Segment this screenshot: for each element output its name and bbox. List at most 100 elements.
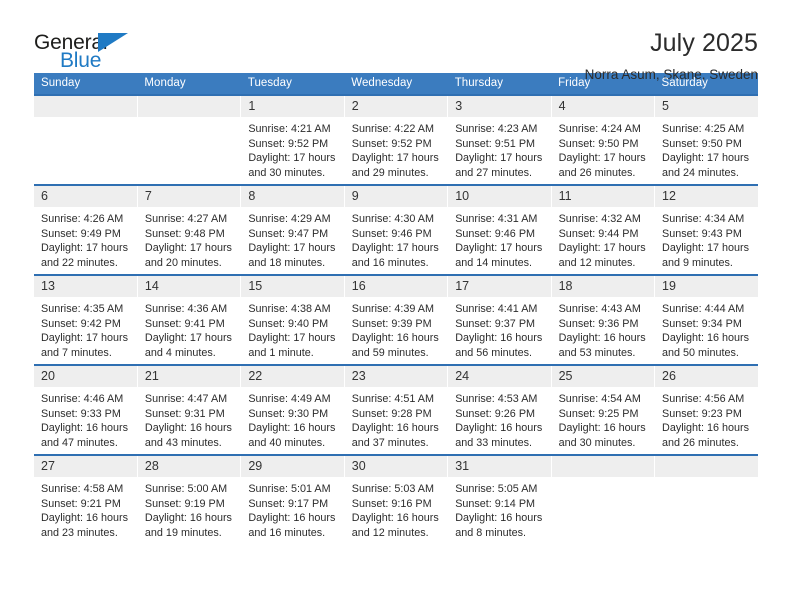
weekday-header-thursday: Thursday — [447, 73, 552, 95]
calendar-day-cell[interactable]: 3 Sunrise: 4:23 AM Sunset: 9:51 PM Daylight… — [447, 94, 552, 185]
daylight-text: Daylight: 17 hours and 26 minutes. — [558, 152, 646, 179]
sunset-text: Sunset: 9:47 PM — [248, 227, 329, 240]
sunset-text: Sunset: 9:46 PM — [351, 227, 432, 240]
day-number: 18 — [551, 276, 655, 297]
calendar-day-cell[interactable]: 22 Sunrise: 4:49 AM Sunset: 9:30 PM Dayligh… — [240, 364, 345, 455]
calendar-day-cell[interactable]: 6 Sunrise: 4:26 AM Sunset: 9:49 PM Daylight… — [34, 184, 138, 275]
title-block: July 2025 Norra Asum, Skane, Sweden — [585, 30, 758, 83]
calendar-day-cell[interactable]: 21 Sunrise: 4:47 AM Sunset: 9:31 PM Dayligh… — [137, 364, 242, 455]
daylight-text: Daylight: 16 hours and 26 minutes. — [662, 422, 750, 449]
day-number: 4 — [551, 96, 655, 117]
calendar-day-cell[interactable]: 20 Sunrise: 4:46 AM Sunset: 9:33 PM Dayligh… — [34, 364, 138, 455]
day-details: Sunrise: 4:39 AM Sunset: 9:39 PM Daylight:… — [345, 297, 447, 360]
sunrise-text: Sunrise: 4:53 AM — [455, 393, 538, 405]
sunrise-text: Sunrise: 4:30 AM — [351, 213, 434, 225]
daylight-text: Daylight: 17 hours and 12 minutes. — [558, 242, 646, 269]
day-details: Sunrise: 5:05 AM Sunset: 9:14 PM Daylight:… — [448, 477, 550, 540]
daylight-text: Daylight: 17 hours and 16 minutes. — [351, 242, 439, 269]
day-details: Sunrise: 4:27 AM Sunset: 9:48 PM Daylight:… — [138, 207, 240, 270]
calendar-day-cell[interactable]: 1 Sunrise: 4:21 AM Sunset: 9:52 PM Daylight… — [240, 94, 345, 185]
calendar-day-cell[interactable]: 30 Sunrise: 5:03 AM Sunset: 9:16 PM Dayligh… — [344, 454, 449, 544]
sunset-text: Sunset: 9:25 PM — [558, 407, 639, 420]
day-details: Sunrise: 4:38 AM Sunset: 9:40 PM Daylight:… — [241, 297, 343, 360]
day-details: Sunrise: 4:41 AM Sunset: 9:37 PM Daylight:… — [448, 297, 550, 360]
daylight-text: Daylight: 16 hours and 16 minutes. — [248, 512, 336, 539]
calendar-day-cell[interactable]: 13 Sunrise: 4:35 AM Sunset: 9:42 PM Dayligh… — [34, 274, 138, 365]
day-number: 19 — [655, 276, 758, 297]
day-number: 26 — [655, 366, 758, 387]
day-details: Sunrise: 4:43 AM Sunset: 9:36 PM Daylight:… — [552, 297, 654, 360]
calendar-day-cell[interactable]: 16 Sunrise: 4:39 AM Sunset: 9:39 PM Dayligh… — [344, 274, 449, 365]
sunrise-text: Sunrise: 4:41 AM — [455, 303, 538, 315]
calendar-day-cell[interactable]: 26 Sunrise: 4:56 AM Sunset: 9:23 PM Dayligh… — [654, 364, 758, 455]
sunset-text: Sunset: 9:28 PM — [351, 407, 432, 420]
calendar-day-cell[interactable]: 4 Sunrise: 4:24 AM Sunset: 9:50 PM Daylight… — [551, 94, 656, 185]
daylight-text: Daylight: 17 hours and 9 minutes. — [662, 242, 750, 269]
daylight-text: Daylight: 17 hours and 18 minutes. — [248, 242, 336, 269]
calendar-day-cell[interactable]: 7 Sunrise: 4:27 AM Sunset: 9:48 PM Daylight… — [137, 184, 242, 275]
day-details: Sunrise: 4:25 AM Sunset: 9:50 PM Daylight:… — [655, 117, 758, 180]
calendar-day-cell[interactable]: 15 Sunrise: 4:38 AM Sunset: 9:40 PM Dayligh… — [240, 274, 345, 365]
sunrise-text: Sunrise: 4:25 AM — [662, 123, 745, 135]
calendar-day-cell[interactable]: 28 Sunrise: 5:00 AM Sunset: 9:19 PM Dayligh… — [137, 454, 242, 544]
day-details: Sunrise: 4:47 AM Sunset: 9:31 PM Daylight:… — [138, 387, 240, 450]
calendar-day-cell[interactable]: 25 Sunrise: 4:54 AM Sunset: 9:25 PM Dayligh… — [551, 364, 656, 455]
sunrise-text: Sunrise: 4:32 AM — [558, 213, 641, 225]
weekday-header-tuesday: Tuesday — [240, 73, 345, 95]
calendar-day-cell[interactable]: 10 Sunrise: 4:31 AM Sunset: 9:46 PM Dayligh… — [447, 184, 552, 275]
calendar-day-cell[interactable]: 19 Sunrise: 4:44 AM Sunset: 9:34 PM Dayligh… — [654, 274, 758, 365]
calendar-week-row: 6 Sunrise: 4:26 AM Sunset: 9:49 PM Daylight… — [34, 184, 758, 275]
calendar-day-cell[interactable]: 24 Sunrise: 4:53 AM Sunset: 9:26 PM Dayligh… — [447, 364, 552, 455]
day-number: 22 — [241, 366, 344, 387]
weekday-header-wednesday: Wednesday — [344, 73, 448, 95]
calendar-day-cell[interactable]: 14 Sunrise: 4:36 AM Sunset: 9:41 PM Dayligh… — [137, 274, 242, 365]
day-number: 23 — [344, 366, 448, 387]
day-number: 14 — [137, 276, 241, 297]
daylight-text: Daylight: 17 hours and 20 minutes. — [144, 242, 232, 269]
day-number: 1 — [241, 96, 344, 117]
day-number — [551, 456, 655, 477]
day-number — [34, 96, 137, 117]
sunrise-text: Sunrise: 4:44 AM — [662, 303, 745, 315]
calendar-day-cell[interactable]: 18 Sunrise: 4:43 AM Sunset: 9:36 PM Dayligh… — [551, 274, 656, 365]
day-details: Sunrise: 5:00 AM Sunset: 9:19 PM Daylight:… — [138, 477, 240, 540]
day-number: 11 — [551, 186, 655, 207]
daylight-text: Daylight: 16 hours and 53 minutes. — [558, 332, 646, 359]
triangle-logo-icon — [98, 33, 128, 52]
calendar-day-cell[interactable]: 29 Sunrise: 5:01 AM Sunset: 9:17 PM Dayligh… — [240, 454, 345, 544]
day-details: Sunrise: 4:53 AM Sunset: 9:26 PM Daylight:… — [448, 387, 550, 450]
sunrise-text: Sunrise: 4:29 AM — [248, 213, 331, 225]
day-details: Sunrise: 5:03 AM Sunset: 9:16 PM Daylight:… — [345, 477, 447, 540]
brand-logo[interactable]: General Blue — [34, 30, 146, 76]
calendar-day-cell[interactable]: 5 Sunrise: 4:25 AM Sunset: 9:50 PM Daylight… — [654, 94, 758, 185]
daylight-text: Daylight: 16 hours and 19 minutes. — [144, 512, 232, 539]
daylight-text: Daylight: 16 hours and 37 minutes. — [351, 422, 439, 449]
calendar-day-cell[interactable]: 12 Sunrise: 4:34 AM Sunset: 9:43 PM Dayligh… — [654, 184, 758, 275]
calendar-table: Sunday Monday Tuesday Wednesday Thursday Frid… — [34, 73, 758, 544]
day-details: Sunrise: 4:26 AM Sunset: 9:49 PM Daylight:… — [34, 207, 137, 270]
day-number: 16 — [344, 276, 448, 297]
day-details: Sunrise: 4:36 AM Sunset: 9:41 PM Daylight:… — [138, 297, 240, 360]
sunset-text: Sunset: 9:52 PM — [351, 137, 432, 150]
sunrise-text: Sunrise: 4:26 AM — [41, 213, 124, 225]
sunrise-text: Sunrise: 4:34 AM — [662, 213, 745, 225]
weekday-header-sunday: Sunday — [34, 73, 138, 95]
calendar-cell-empty — [34, 94, 138, 185]
sunset-text: Sunset: 9:34 PM — [662, 317, 742, 330]
calendar-day-cell[interactable]: 2 Sunrise: 4:22 AM Sunset: 9:52 PM Daylight… — [344, 94, 449, 185]
daylight-text: Daylight: 16 hours and 8 minutes. — [455, 512, 543, 539]
calendar-day-cell[interactable]: 27 Sunrise: 4:58 AM Sunset: 9:21 PM Dayligh… — [34, 454, 138, 544]
calendar-day-cell[interactable]: 8 Sunrise: 4:29 AM Sunset: 9:47 PM Daylight… — [240, 184, 345, 275]
calendar-day-cell[interactable]: 17 Sunrise: 4:41 AM Sunset: 9:37 PM Dayligh… — [447, 274, 552, 365]
sunset-text: Sunset: 9:21 PM — [41, 497, 121, 510]
sunset-text: Sunset: 9:48 PM — [144, 227, 225, 240]
calendar-day-cell[interactable]: 9 Sunrise: 4:30 AM Sunset: 9:46 PM Daylight… — [344, 184, 449, 275]
calendar-day-cell[interactable]: 31 Sunrise: 5:05 AM Sunset: 9:14 PM Dayligh… — [447, 454, 552, 544]
calendar-day-cell[interactable]: 23 Sunrise: 4:51 AM Sunset: 9:28 PM Dayligh… — [344, 364, 449, 455]
calendar-day-cell[interactable]: 11 Sunrise: 4:32 AM Sunset: 9:44 PM Dayligh… — [551, 184, 656, 275]
sunset-text: Sunset: 9:42 PM — [41, 317, 121, 330]
sunrise-text: Sunrise: 4:35 AM — [41, 303, 124, 315]
day-number — [655, 456, 758, 477]
daylight-text: Daylight: 16 hours and 59 minutes. — [351, 332, 439, 359]
day-number: 15 — [241, 276, 344, 297]
